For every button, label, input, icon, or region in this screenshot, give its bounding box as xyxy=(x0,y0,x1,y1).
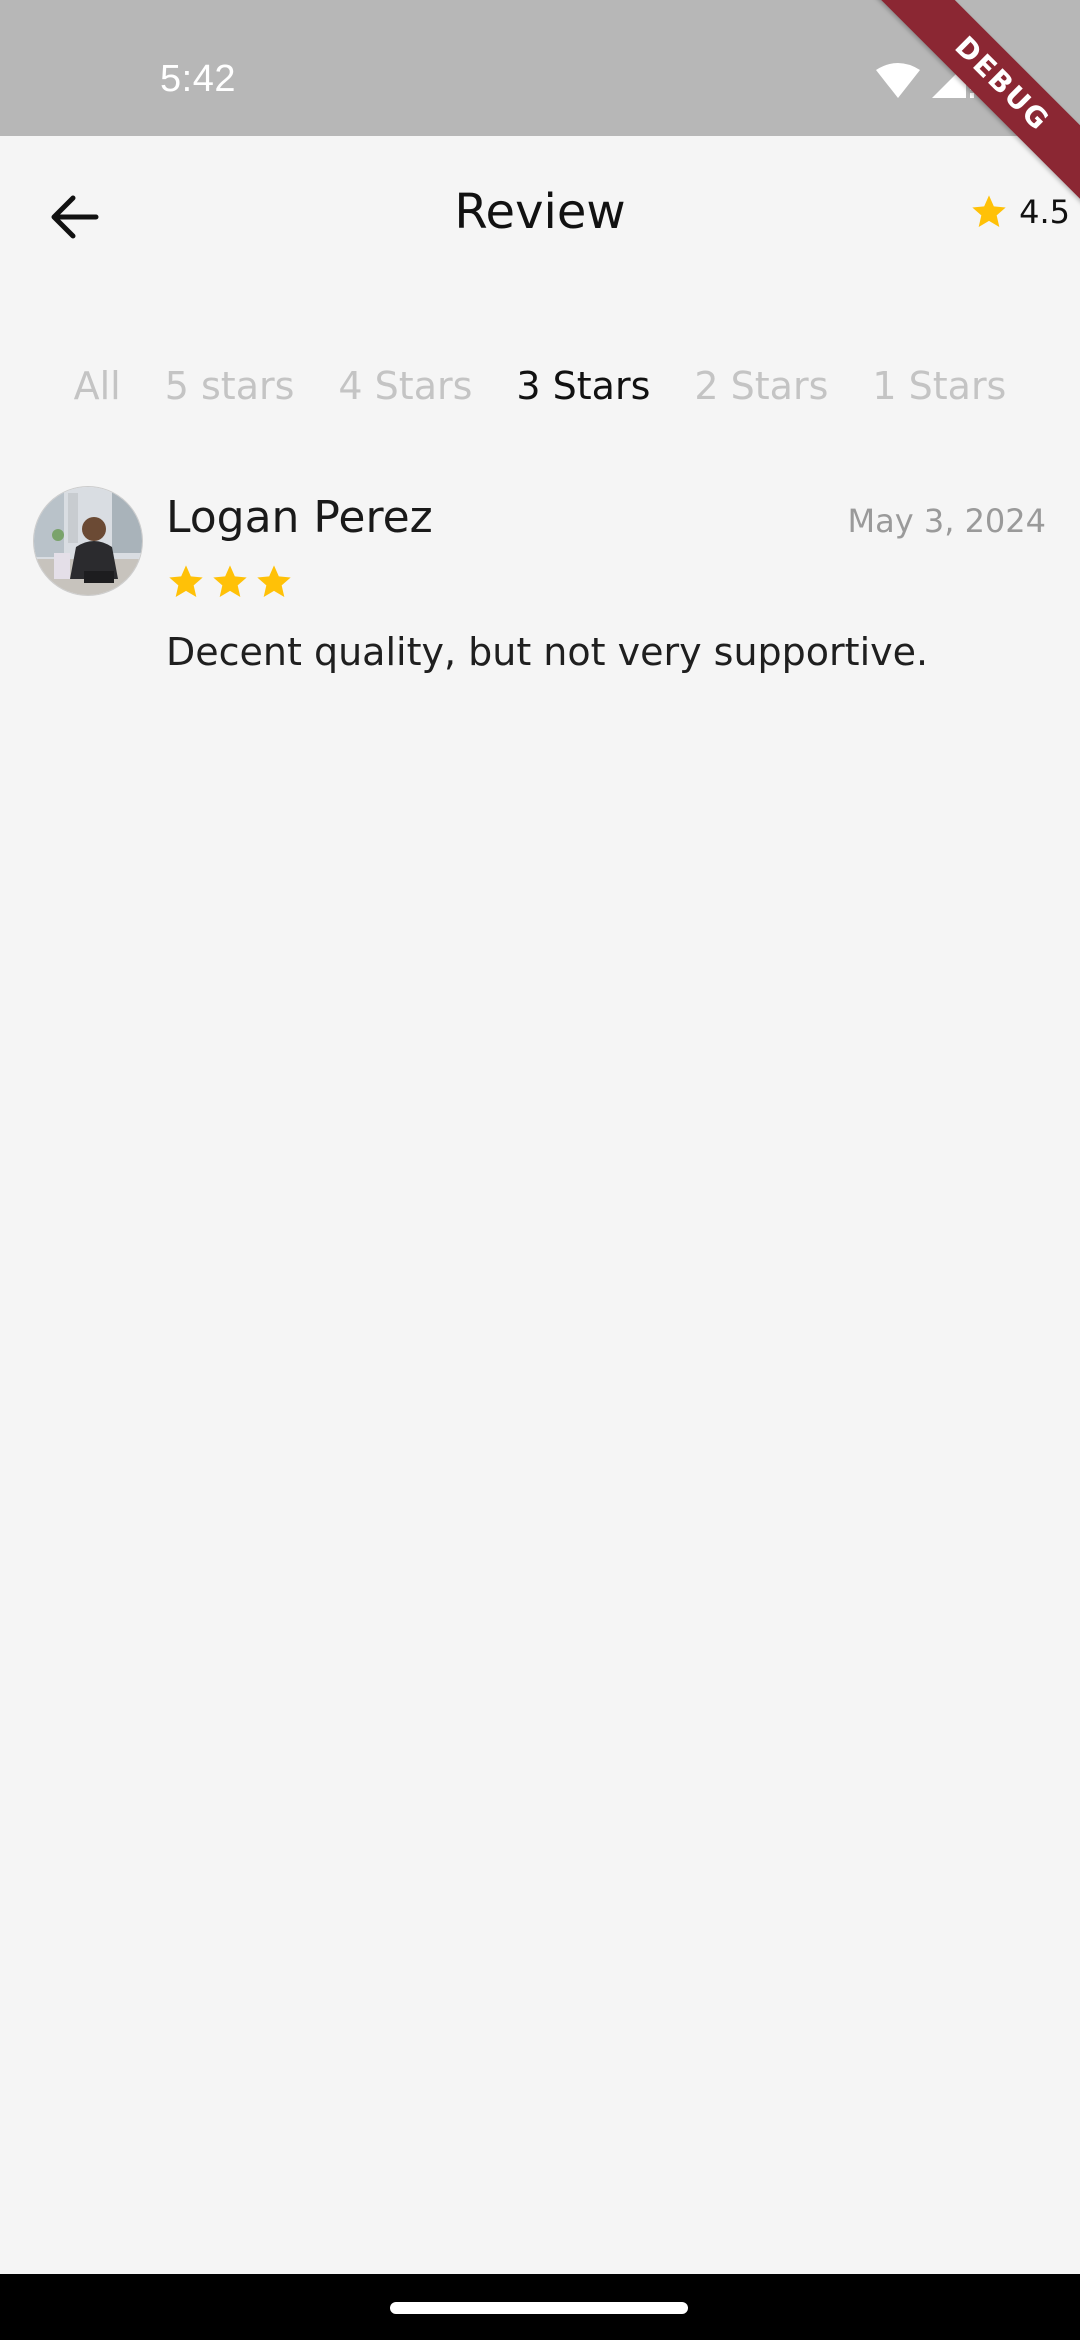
page-title: Review xyxy=(454,184,626,240)
status-time: 5:42 xyxy=(160,58,236,100)
tab-1-stars[interactable]: 1 Stars xyxy=(872,364,1006,408)
star-icon xyxy=(213,565,247,597)
rating-summary: 4.5 xyxy=(969,188,1070,236)
tab-2-stars[interactable]: 2 Stars xyxy=(694,364,828,408)
star-icon xyxy=(257,565,291,597)
review-stars xyxy=(166,562,294,602)
tab-all[interactable]: All xyxy=(74,364,121,408)
rating-filter-tabs: All 5 stars 4 Stars 3 Stars 2 Stars 1 St… xyxy=(0,356,1080,416)
avatar xyxy=(33,486,143,596)
star-icon xyxy=(969,192,1009,232)
tab-4-stars[interactable]: 4 Stars xyxy=(338,364,472,408)
review-item: Logan Perez May 3, 2024 Decent quality, … xyxy=(0,486,1080,706)
review-date: May 3, 2024 xyxy=(847,502,1046,540)
wifi-icon xyxy=(876,63,920,98)
app-bar: Review 4.5 xyxy=(0,136,1080,292)
home-handle[interactable] xyxy=(390,2302,688,2314)
rating-value: 4.5 xyxy=(1019,193,1070,231)
tab-3-stars[interactable]: 3 Stars xyxy=(516,364,650,408)
review-text: Decent quality, but not very supportive. xyxy=(166,630,929,674)
tab-5-stars[interactable]: 5 stars xyxy=(165,364,295,408)
system-nav-bar xyxy=(0,2274,1080,2340)
star-icon xyxy=(169,565,203,597)
reviewer-name: Logan Perez xyxy=(166,492,433,543)
